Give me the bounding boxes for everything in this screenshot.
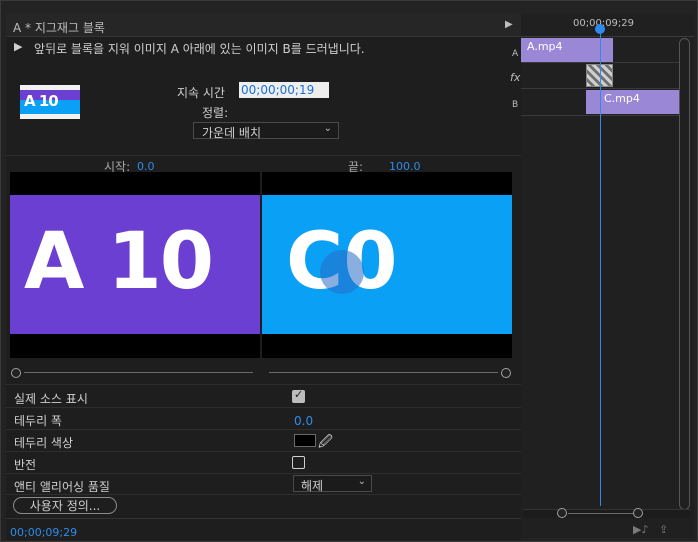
show-actual-checkbox[interactable]: ✓ [292,388,305,403]
chevron-down-icon: ⌄ [357,476,366,487]
playhead-handle-icon[interactable] [595,24,605,34]
antialias-dropdown[interactable]: 해제 ⌄ [293,475,372,493]
scroll-end-handle[interactable] [633,508,643,518]
transition-thumbnail: A 10 [20,85,80,119]
custom-button[interactable]: 사용자 정의... [13,497,117,514]
scroll-track[interactable] [568,513,634,514]
fx-icon: fx [510,71,521,84]
end-slider-handle[interactable] [501,368,511,378]
track-b-label: B [512,100,519,110]
time-ruler[interactable] [521,28,694,37]
border-color-swatch[interactable] [294,434,316,447]
reverse-checkbox[interactable] [292,456,305,469]
border-width-value[interactable]: 0.0 [294,414,313,428]
scroll-start-handle[interactable] [557,508,567,518]
reverse-label: 반전 [14,458,37,472]
border-width-label: 테두리 폭 [14,414,62,428]
track-a-label: A [512,49,519,59]
end-slider-track[interactable] [269,372,498,373]
current-timecode[interactable]: 00;00;09;29 [10,526,77,539]
image-a-text: A 10 [24,217,214,307]
duration-label: 지속 시간 [177,86,225,100]
alignment-dropdown[interactable]: 가운데 배치 ⌄ [193,122,339,140]
start-slider-track[interactable] [24,372,253,373]
play-audio-icon[interactable]: ▶♪ [633,523,648,536]
effect-description: 앞뒤로 블록을 지워 이미지 A 아래에 있는 이미지 B를 드러냅니다. [34,42,365,56]
duration-field[interactable]: 00;00;00;19 [239,82,329,98]
preview-start: A 10 [10,172,260,358]
vertical-scrollbar[interactable] [679,38,690,510]
playhead-line [600,34,601,506]
chevron-down-icon: ⌄ [323,123,332,134]
preview-end: C0 [262,172,512,358]
antialias-value: 해제 [301,479,324,493]
border-color-label: 테두리 색상 [14,436,74,450]
thumbnail-text: A 10 [24,92,59,110]
play-preview-button[interactable]: ▶ [14,40,22,53]
show-actual-label: 실제 소스 표시 [14,392,88,406]
start-slider-handle[interactable] [11,368,21,378]
panel-title: A * 지그재그 블록 [13,21,105,35]
collapse-arrow-icon[interactable]: ▶ [505,19,513,30]
antialias-label: 앤티 앨리어싱 품질 [14,480,110,494]
checkmark-icon: ✓ [294,388,304,401]
watermark-icon [320,250,364,294]
alignment-value: 가운데 배치 [202,126,262,140]
alignment-label: 정렬: [202,106,229,120]
export-icon[interactable]: ⇪ [659,523,668,536]
